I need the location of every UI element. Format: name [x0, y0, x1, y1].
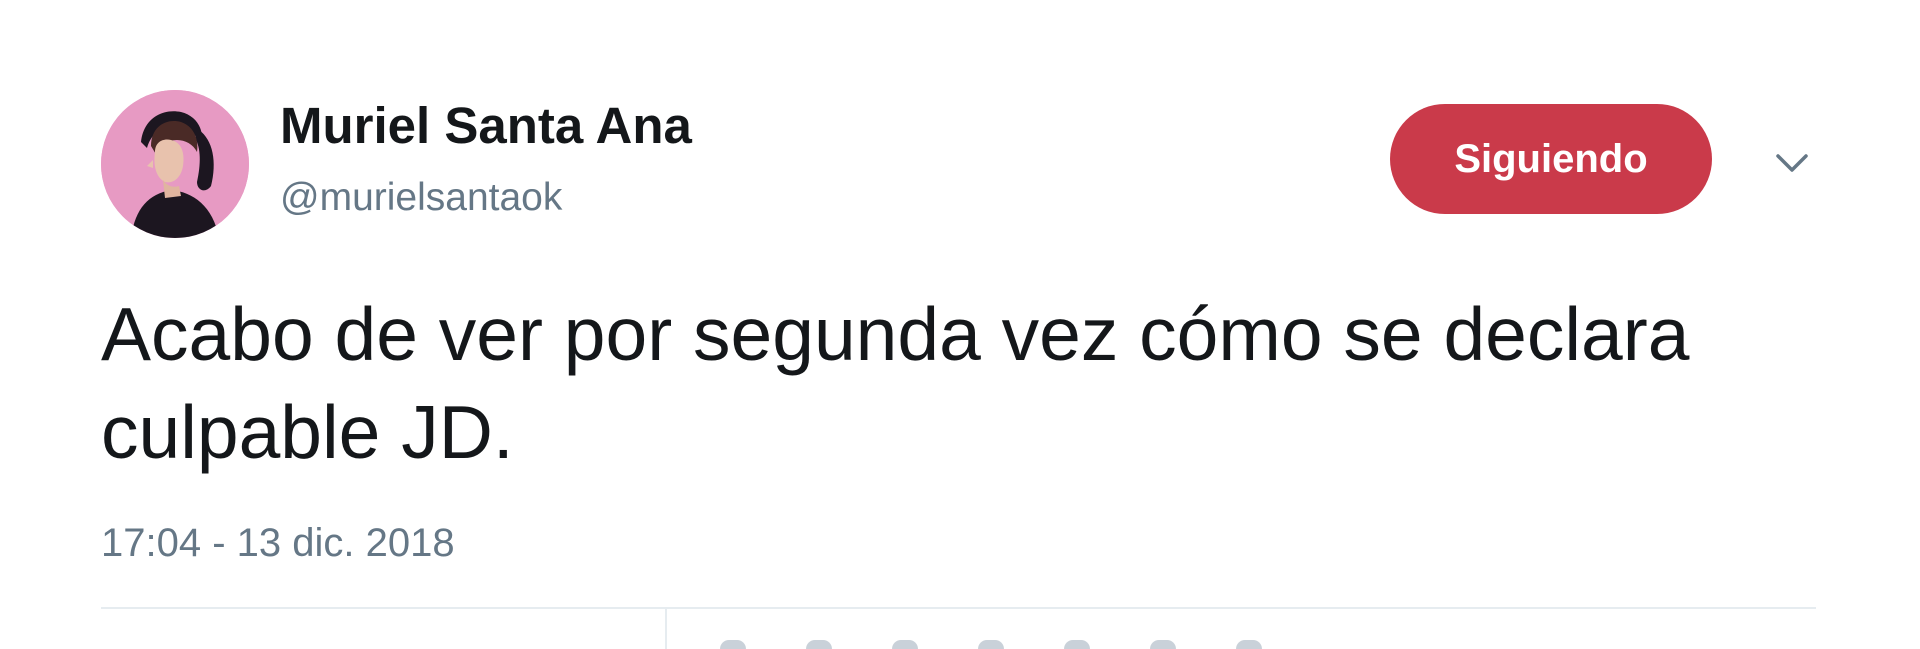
avatar[interactable]: [101, 90, 249, 238]
stat-glyph: [1236, 640, 1262, 649]
divider: [101, 607, 1816, 609]
avatar-photo: [101, 90, 249, 238]
chevron-down-icon[interactable]: [1772, 148, 1812, 178]
stat-glyph: [806, 640, 832, 649]
stat-glyph: [978, 640, 1004, 649]
user-display-name[interactable]: Muriel Santa Ana: [280, 100, 692, 151]
tweet-timestamp[interactable]: 17:04 - 13 dic. 2018: [101, 523, 455, 563]
tweet-text: Acabo de ver por segunda vez cómo se dec…: [101, 292, 1690, 474]
tweet-card: Muriel Santa Ana @murielsantaok Siguiend…: [0, 0, 1920, 649]
stats-row: [720, 640, 1400, 649]
stat-glyph: [1064, 640, 1090, 649]
stats-divider: [665, 609, 667, 649]
stat-glyph: [1150, 640, 1176, 649]
user-handle[interactable]: @murielsantaok: [280, 178, 562, 217]
following-button[interactable]: Siguiendo: [1390, 104, 1712, 214]
stat-glyph: [892, 640, 918, 649]
stat-glyph: [720, 640, 746, 649]
